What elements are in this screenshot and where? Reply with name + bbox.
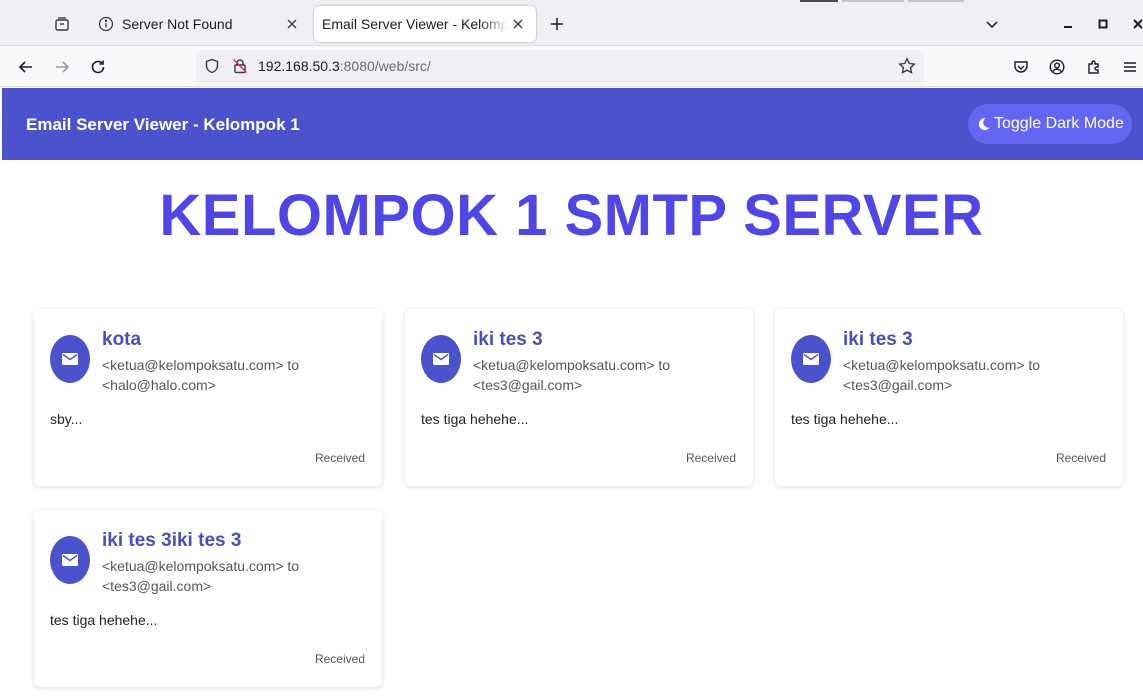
tab-email-server-viewer[interactable]: Email Server Viewer - Kelompok 1 [314,6,536,42]
envelope-icon [803,353,819,365]
tab-server-not-found[interactable]: Server Not Found [86,6,310,42]
shield-icon[interactable] [204,58,220,74]
url-host: 192.168.50.3 [258,58,340,74]
tab-title: Server Not Found [122,16,233,32]
email-subject: iki tes 3 [473,329,543,350]
email-subject: iki tes 3 [843,329,913,350]
moon-icon [977,117,991,131]
email-to: <tes3@gail.com> [843,377,953,393]
email-subject: iki tes 3iki tes 3 [102,530,242,551]
tab-strip: Server Not Found Email Server Viewer - K… [0,0,1143,46]
browser-window: Server Not Found Email Server Viewer - K… [0,0,1143,699]
back-arrow-icon[interactable] [13,54,39,80]
email-to: <tes3@gail.com> [102,578,212,594]
email-to-word: to [287,357,300,373]
extensions-icon[interactable] [1081,54,1107,80]
firefox-view-icon[interactable] [48,10,76,38]
email-addresses: <ketua@kelompoksatu.com> to <tes3@gail.co… [473,355,735,395]
email-preview: tes tiga hehehe... [421,411,529,427]
pocket-icon[interactable] [1008,54,1034,80]
titlebar-decoration [908,0,964,2]
envelope-icon [62,353,78,365]
email-preview: tes tiga hehehe... [791,411,899,427]
titlebar-decoration [800,0,838,2]
email-to: <tes3@gail.com> [473,377,583,393]
tab-title: Email Server Viewer - Kelompok 1 [322,16,508,32]
email-preview: sby... [50,411,83,427]
close-tab-icon[interactable] [508,14,528,34]
envelope-icon [433,353,449,365]
page-title: KELOMPOK 1 SMTP SERVER [159,183,984,248]
close-tab-icon[interactable] [282,14,302,34]
maximize-icon[interactable] [1093,14,1113,34]
email-from: <ketua@kelompoksatu.com> [473,357,655,373]
mail-avatar [421,335,461,383]
email-to-word: to [658,357,671,373]
email-to-word: to [1028,357,1041,373]
new-tab-icon[interactable] [544,12,570,36]
reload-icon[interactable] [85,54,111,80]
minimize-icon[interactable] [1058,14,1078,34]
email-addresses: <ketua@kelompoksatu.com> to <halo@halo.co… [102,355,364,395]
email-card[interactable]: iki tes 3iki tes 3 <ketua@kelompoksatu.c… [34,510,382,687]
url-path: :8080/web/src/ [339,58,431,74]
email-preview: tes tiga hehehe... [50,612,158,628]
mail-avatar [50,536,90,584]
navigation-bar: 192.168.50.3:8080/web/src/ [0,46,1143,87]
insecure-lock-icon[interactable] [232,58,248,74]
email-addresses: <ketua@kelompoksatu.com> to <tes3@gail.co… [843,355,1105,395]
mail-avatar [791,335,831,383]
url-bar[interactable]: 192.168.50.3:8080/web/src/ [196,50,924,83]
header-title: Email Server Viewer - Kelompok 1 [26,115,300,134]
email-addresses: <ketua@kelompoksatu.com> to <tes3@gail.co… [102,556,364,596]
chevron-down-icon[interactable] [980,12,1004,36]
email-from: <ketua@kelompoksatu.com> [102,357,284,373]
url-text[interactable]: 192.168.50.3:8080/web/src/ [258,58,431,74]
email-from: <ketua@kelompoksatu.com> [102,558,284,574]
app-header: Email Server Viewer - Kelompok 1 Toggle … [2,88,1143,160]
email-card[interactable]: kota <ketua@kelompoksatu.com> to <halo@ha… [34,309,382,486]
email-card[interactable]: iki tes 3 <ketua@kelompoksatu.com> to <te… [405,309,753,486]
email-to-word: to [287,558,300,574]
menu-icon[interactable] [1117,54,1143,80]
email-status: Received [1055,451,1106,465]
toggle-dark-mode-label: Toggle Dark Mode [994,115,1124,132]
web-page: Email Server Viewer - Kelompok 1 Toggle … [0,88,1143,699]
account-icon[interactable] [1044,54,1070,80]
info-icon [98,16,114,32]
email-status: Received [685,451,736,465]
titlebar-decoration [842,0,904,2]
forward-arrow-icon[interactable] [49,54,75,80]
star-icon[interactable] [898,57,916,75]
email-status: Received [314,451,365,465]
email-to: <halo@halo.com> [102,377,216,393]
envelope-icon [62,554,78,566]
email-card[interactable]: iki tes 3 <ketua@kelompoksatu.com> to <te… [775,309,1123,486]
email-from: <ketua@kelompoksatu.com> [843,357,1025,373]
toggle-dark-mode-button[interactable]: Toggle Dark Mode [968,104,1132,144]
window-close-icon[interactable] [1128,14,1143,34]
email-subject: kota [102,329,142,350]
mail-avatar [50,335,90,383]
email-status: Received [314,652,365,666]
